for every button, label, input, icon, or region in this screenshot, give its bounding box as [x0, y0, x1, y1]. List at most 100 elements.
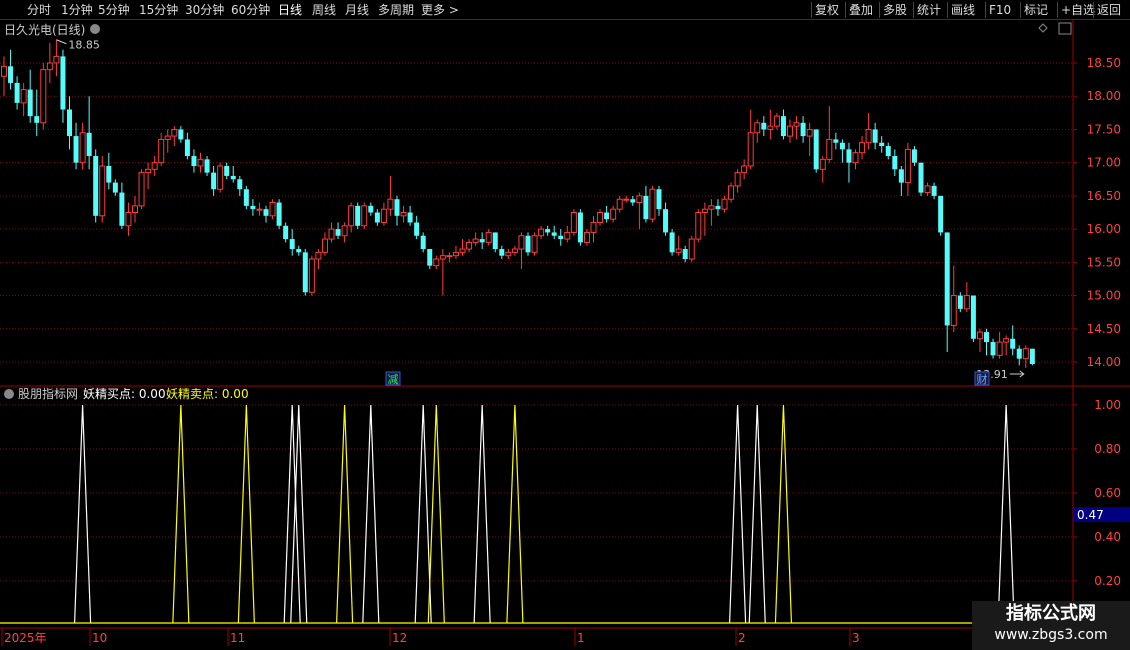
candle-body-128 — [839, 142, 845, 150]
candle-body-104 — [682, 249, 688, 260]
ind-tick-label-4: 1.00 — [1094, 398, 1121, 412]
candle-body-74 — [485, 231, 492, 243]
main-panel-title: 日久光电(日线) — [4, 23, 85, 37]
candle-body-27 — [178, 129, 184, 140]
period-tab-3[interactable]: 15分钟 — [139, 2, 178, 18]
candle-body-53 — [348, 205, 355, 227]
main-tick-label-9: 18.50 — [1087, 56, 1121, 70]
toolbar-button-2[interactable]: 多股 — [879, 2, 910, 18]
candle-body-61 — [400, 212, 407, 217]
candle-body-86 — [564, 231, 571, 240]
candle-body-1 — [8, 66, 14, 83]
candle-body-151 — [990, 342, 996, 356]
candle-body-92 — [604, 212, 610, 220]
candle-body-79 — [518, 235, 525, 250]
candle-body-130 — [852, 152, 859, 164]
time-label-2: 11 — [230, 631, 245, 645]
candle-body-110 — [721, 198, 728, 210]
candle-body-14 — [93, 156, 99, 216]
candle-body-112 — [734, 172, 741, 187]
spike-1-4 — [506, 404, 524, 624]
candle-body-136 — [892, 156, 898, 170]
candle-body-24 — [158, 138, 165, 164]
toolbar-button-7[interactable]: 返回 — [1093, 2, 1124, 18]
candle-body-125 — [819, 158, 826, 170]
candle-body-83 — [545, 229, 551, 233]
candle-body-22 — [145, 168, 152, 174]
candle-body-12 — [79, 132, 86, 164]
candle-body-59 — [387, 198, 394, 210]
candle-body-65 — [427, 249, 433, 266]
candle-body-46 — [302, 252, 308, 293]
candle-body-131 — [859, 142, 866, 154]
candle-body-16 — [106, 165, 112, 183]
diamond-icon — [1038, 23, 1048, 33]
candle-body-32 — [211, 172, 217, 190]
candle-body-44 — [289, 239, 295, 250]
spike-1-2 — [336, 404, 354, 624]
watermark-url: www.zbgs3.com — [994, 627, 1108, 643]
candle-body-152 — [996, 341, 1003, 356]
candle-body-37 — [243, 189, 249, 206]
ind-panel-title: 股朋指标网 — [18, 386, 78, 401]
toolbar-button-4[interactable]: 画线 — [947, 2, 978, 18]
candle-body-70 — [459, 248, 466, 253]
candle-body-2 — [14, 82, 20, 103]
period-tab-9[interactable]: 多周期 — [378, 2, 414, 18]
candle-body-48 — [315, 251, 322, 260]
candle-body-52 — [341, 225, 348, 237]
candle-body-30 — [197, 158, 204, 167]
main-tick-label-5: 16.50 — [1087, 189, 1121, 203]
candle-body-4 — [27, 89, 33, 117]
candle-body-0 — [1, 65, 7, 77]
candle-body-67 — [439, 255, 446, 260]
period-tab-4[interactable]: 30分钟 — [185, 2, 224, 18]
candle-body-10 — [67, 109, 72, 137]
main-tick-label-1: 14.50 — [1087, 322, 1121, 336]
candle-body-124 — [813, 129, 819, 170]
candle-body-141 — [924, 185, 931, 194]
toolbar-button-1[interactable]: 叠加 — [845, 2, 876, 18]
candle-body-6 — [40, 69, 47, 124]
candle-body-40 — [263, 209, 269, 216]
candle-body-64 — [420, 235, 426, 250]
candle-body-143 — [938, 195, 944, 233]
candle-body-122 — [800, 122, 806, 137]
candle-body-20 — [132, 205, 138, 214]
toolbar-button-3[interactable]: 统计 — [913, 2, 944, 18]
ind-tick-label-1: 0.40 — [1094, 530, 1121, 544]
candle-body-9 — [60, 56, 66, 110]
candle-body-43 — [283, 225, 289, 240]
current-value-label: 0.47 — [1077, 508, 1104, 522]
main-tick-label-3: 15.50 — [1087, 255, 1121, 269]
main-tick-label-8: 18.00 — [1087, 89, 1121, 103]
candle-body-100 — [656, 189, 662, 210]
candle-body-11 — [73, 136, 79, 163]
candle-body-29 — [191, 156, 197, 166]
watermark-title: 指标公式网 — [1006, 603, 1096, 624]
toolbar-button-5[interactable]: F10 — [985, 2, 1014, 18]
toolbar-button-6[interactable]: +自选 — [1057, 2, 1098, 18]
candle-body-49 — [321, 238, 328, 253]
candle-body-149 — [976, 331, 983, 340]
candle-body-108 — [708, 205, 715, 210]
period-tab-6[interactable]: 日线 — [278, 2, 302, 18]
candle-body-28 — [184, 139, 190, 157]
candle-body-26 — [171, 128, 178, 137]
candle-body-63 — [414, 222, 420, 236]
candle-body-35 — [230, 175, 236, 180]
period-tab-0[interactable]: 分时 — [27, 2, 51, 18]
period-tab-8[interactable]: 月线 — [345, 2, 369, 18]
candle-body-5 — [34, 116, 40, 123]
toolbar-button-0[interactable]: 复权 — [811, 2, 842, 18]
period-tab-7[interactable]: 周线 — [312, 2, 336, 18]
period-tab-1[interactable]: 1分钟 — [61, 2, 93, 18]
period-tab-10[interactable]: 更多 > — [421, 2, 459, 18]
spike-0-4 — [414, 404, 432, 624]
period-tab-5[interactable]: 60分钟 — [231, 2, 270, 18]
candle-body-107 — [701, 208, 708, 214]
period-tab-2[interactable]: 5分钟 — [98, 2, 130, 18]
spike-0-3 — [362, 404, 380, 624]
toolbar-button-mark[interactable]: 标记 — [1020, 2, 1051, 18]
candle-body-105 — [688, 238, 695, 260]
